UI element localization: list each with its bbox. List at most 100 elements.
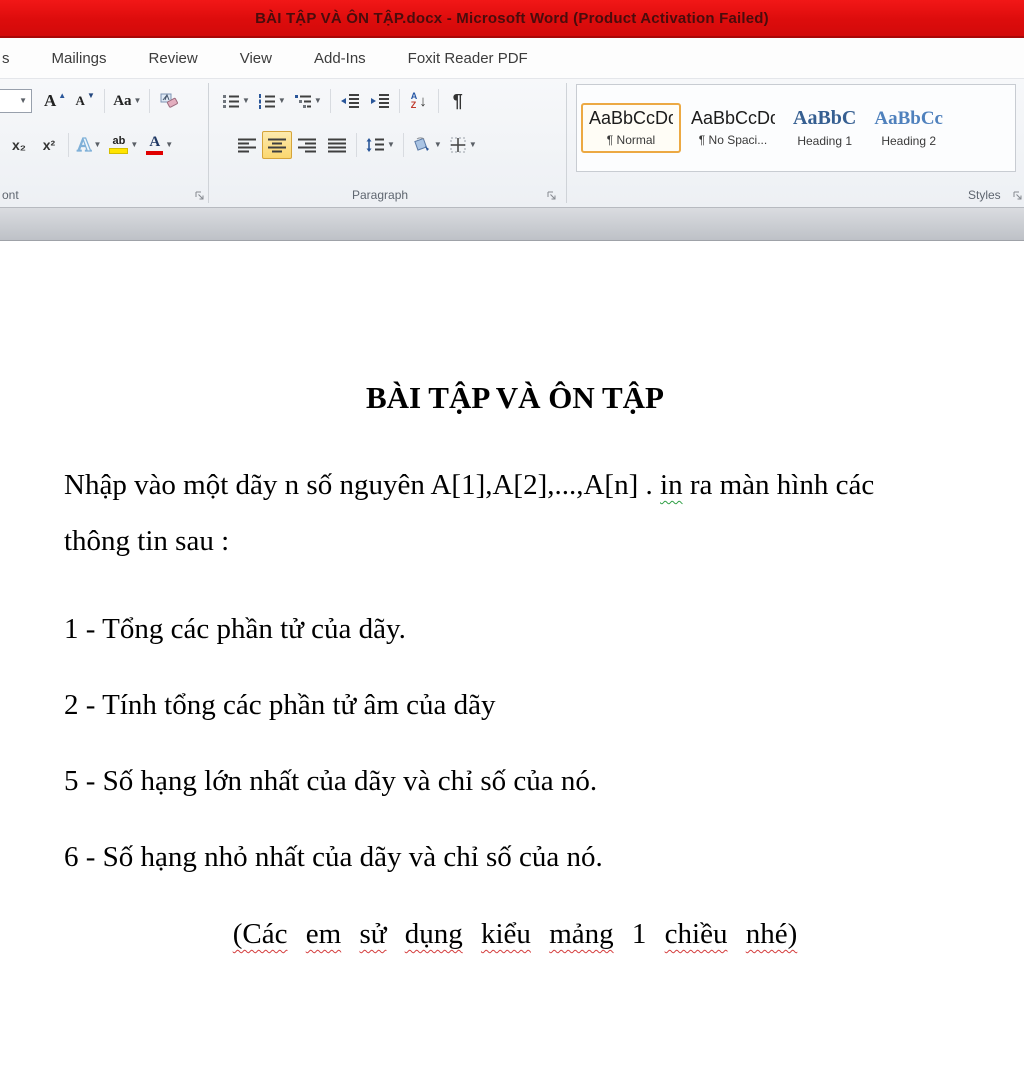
- decrease-indent-icon: [340, 94, 359, 108]
- document-title: BÀI TẬP VÀ ÔN TẬP: [365, 380, 664, 415]
- misspelled-word: in: [660, 469, 683, 502]
- paragraph-group-label: Paragraph: [352, 188, 409, 202]
- separator: [149, 89, 151, 113]
- document-page[interactable]: BÀI TẬP VÀ ÔN TẬP Nhập vào một dãy n số …: [0, 241, 1024, 1031]
- style-preview: AaBbCcDd: [589, 109, 673, 127]
- subscript-icon: x₂: [11, 137, 26, 153]
- superscript-icon: x²: [42, 137, 56, 153]
- shrink-font-icon: A: [75, 93, 85, 108]
- window-title: BÀI TẬP VÀ ÔN TẬP.docx - Microsoft Word …: [255, 9, 769, 27]
- separator: [398, 89, 400, 113]
- decrease-indent-button[interactable]: [335, 87, 365, 115]
- change-case-button[interactable]: Aa ▼: [109, 87, 145, 115]
- font-group-row2: x₂ x² A ▼ ab ▼ A ▼: [4, 131, 177, 159]
- styles-dialog-launcher[interactable]: [1012, 190, 1023, 201]
- subscript-button[interactable]: x₂: [4, 131, 34, 159]
- style-preview: AaBbC: [793, 107, 857, 129]
- separator: [437, 89, 439, 113]
- group-separator: [208, 83, 209, 203]
- style-name: Heading 1: [797, 134, 853, 148]
- align-left-button[interactable]: [232, 131, 262, 159]
- show-hide-formatting-button[interactable]: ¶: [443, 87, 473, 115]
- justify-icon: [328, 138, 346, 152]
- style-preview: AaBbCcDd: [691, 109, 775, 127]
- bullets-icon: [223, 95, 239, 108]
- font-dialog-launcher[interactable]: [194, 190, 205, 201]
- text-effects-icon: A: [76, 134, 92, 156]
- tab-review[interactable]: Review: [149, 42, 198, 75]
- shading-icon: [414, 137, 429, 151]
- style-heading-2[interactable]: AaBbCc Heading 2: [866, 103, 951, 154]
- font-size-combo[interactable]: ▼: [0, 89, 32, 113]
- tab-view[interactable]: View: [240, 42, 272, 75]
- align-right-button[interactable]: [292, 131, 322, 159]
- font-color-icon: A: [146, 135, 164, 155]
- list-item: 2 - Tính tổng các phần tử âm của dãy: [64, 689, 496, 722]
- separator: [329, 89, 331, 113]
- intro-paragraph: Nhập vào một dãy n số nguyên A[1],A[2],.…: [64, 457, 966, 569]
- styles-gallery: AaBbCcDd ¶ Normal AaBbCcDd ¶ No Spaci...…: [576, 84, 1016, 172]
- ribbon: ▼ A ▲ A ▼ Aa ▼ x₂ x² A ▼ ab ▼ A ▼ ont ▼ …: [0, 79, 1024, 207]
- separator: [104, 89, 106, 113]
- bullets-button[interactable]: ▼: [218, 87, 254, 115]
- chevron-down-icon: ▼: [19, 96, 27, 105]
- borders-button[interactable]: ▼: [446, 131, 481, 159]
- text-highlight-color-button[interactable]: ab ▼: [105, 131, 142, 159]
- list-item: 5 - Số hạng lớn nhất của dãy và chỉ số c…: [64, 765, 598, 798]
- arrow-down-icon: ↓: [419, 92, 427, 110]
- paragraph-dialog-launcher[interactable]: [546, 190, 557, 201]
- closing-note: (Các em sử dụng kiểu mảng 1 chiều nhé): [232, 918, 798, 951]
- sort-icon: A Z: [410, 91, 418, 110]
- highlight-icon: ab: [109, 136, 129, 154]
- list-item: 1 - Tổng các phần tử của dãy.: [64, 613, 406, 646]
- style-name: ¶ No Spaci...: [698, 133, 768, 147]
- ribbon-tab-bar: s Mailings Review View Add-Ins Foxit Rea…: [0, 38, 1024, 79]
- tab-mailings[interactable]: Mailings: [52, 42, 107, 75]
- pilcrow-icon: ¶: [452, 90, 463, 111]
- shrink-font-button[interactable]: A ▼: [70, 87, 100, 115]
- numbering-icon: [258, 94, 275, 109]
- tab-add-ins[interactable]: Add-Ins: [314, 42, 366, 75]
- separator: [356, 133, 357, 157]
- title-bar: BÀI TẬP VÀ ÔN TẬP.docx - Microsoft Word …: [0, 0, 1024, 38]
- list-item: 6 - Số hạng nhỏ nhất của dãy và chỉ số c…: [64, 841, 603, 874]
- intro-line-2: thông tin sau :: [64, 525, 230, 558]
- style-name: Heading 2: [881, 133, 937, 148]
- align-left-icon: [238, 138, 256, 152]
- increase-indent-icon: [370, 94, 389, 108]
- style-name: ¶ Normal: [606, 133, 656, 147]
- separator: [402, 133, 404, 157]
- change-case-icon: Aa: [113, 92, 132, 109]
- grow-font-button[interactable]: A ▲: [40, 87, 70, 115]
- line-spacing-button[interactable]: ▼: [361, 131, 399, 159]
- sort-button[interactable]: A Z ↓: [404, 87, 434, 115]
- style-preview: AaBbCc: [874, 107, 943, 129]
- group-separator: [566, 83, 567, 203]
- font-color-button[interactable]: A ▼: [142, 131, 177, 159]
- borders-icon: [450, 137, 466, 153]
- align-center-icon: [268, 138, 286, 152]
- intro-line-1: Nhập vào một dãy n số nguyên A[1],A[2],.…: [64, 469, 875, 502]
- tab-foxit-reader-pdf[interactable]: Foxit Reader PDF: [408, 42, 528, 75]
- align-right-icon: [298, 138, 316, 152]
- clear-formatting-button[interactable]: [154, 87, 184, 115]
- line-spacing-icon: [366, 138, 384, 152]
- style-normal[interactable]: AaBbCcDd ¶ Normal: [581, 103, 681, 153]
- text-effects-button[interactable]: A ▼: [73, 131, 105, 159]
- paragraph-group-row2: ▼ ▼ ▼: [232, 131, 481, 159]
- paragraph-group-row1: ▼ ▼ ▼ A Z ↓ ¶: [218, 87, 473, 115]
- justify-button[interactable]: [322, 131, 352, 159]
- shading-button[interactable]: ▼: [408, 131, 446, 159]
- align-center-button[interactable]: [262, 131, 292, 159]
- superscript-button[interactable]: x²: [34, 131, 64, 159]
- font-group-row1: ▼ A ▲ A ▼ Aa ▼: [0, 87, 184, 115]
- style-heading-1[interactable]: AaBbC Heading 1: [785, 102, 864, 154]
- multilevel-list-button[interactable]: ▼: [290, 87, 326, 115]
- multilevel-list-icon: [294, 95, 311, 108]
- grow-font-icon: A: [44, 91, 57, 110]
- ribbon-bottom-strip: [0, 207, 1024, 241]
- tab-references-partial[interactable]: s: [2, 42, 10, 75]
- style-no-spacing[interactable]: AaBbCcDd ¶ No Spaci...: [683, 103, 783, 153]
- numbering-button[interactable]: ▼: [254, 87, 290, 115]
- increase-indent-button[interactable]: [365, 87, 395, 115]
